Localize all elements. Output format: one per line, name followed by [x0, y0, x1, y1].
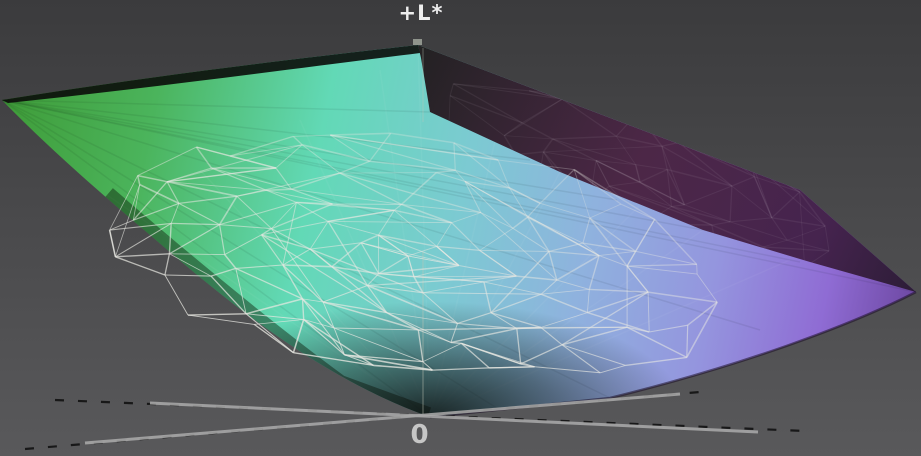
gamut-3d-render[interactable]	[0, 0, 921, 456]
axis-label-lightness: +L*	[398, 1, 444, 25]
gamut-viewer-canvas[interactable]: +L* 0	[0, 0, 921, 456]
white-point-marker	[413, 39, 422, 45]
axis-label-origin: 0	[410, 420, 430, 450]
